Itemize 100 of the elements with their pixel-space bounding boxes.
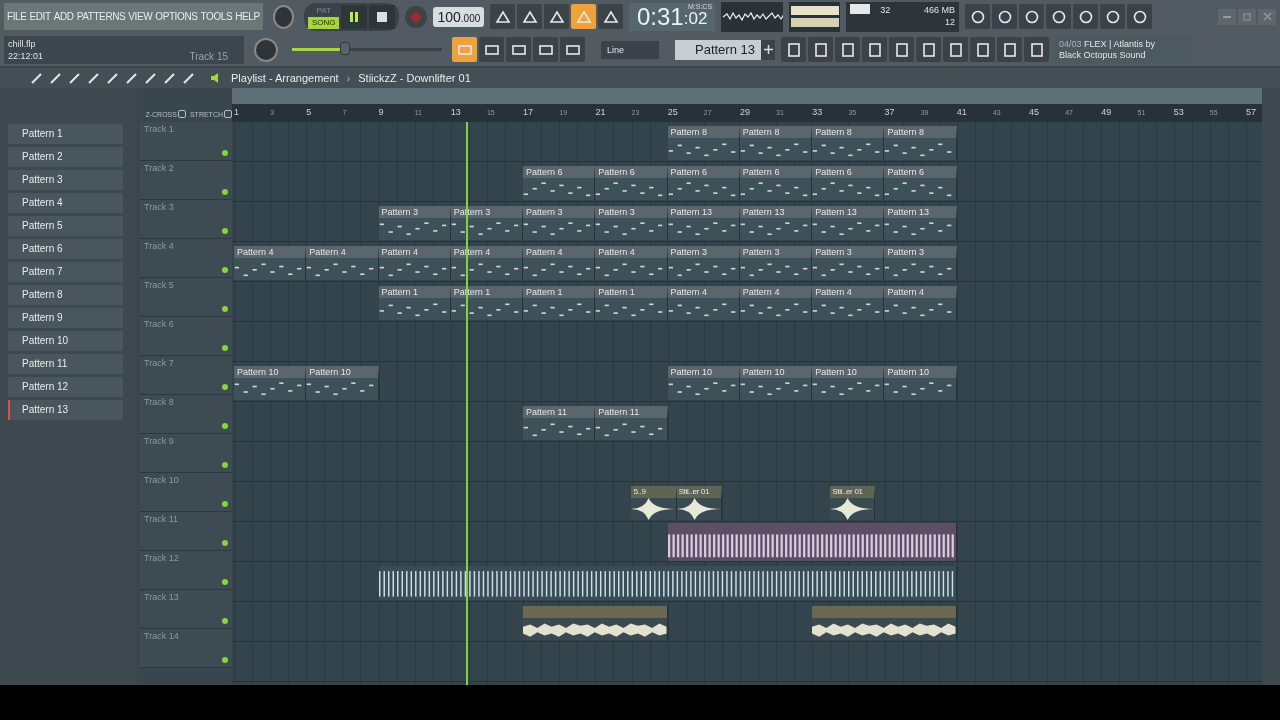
track-mute-led[interactable] bbox=[222, 189, 228, 195]
track-mute-led[interactable] bbox=[222, 462, 228, 468]
pattern-clip[interactable]: Pattern 13 bbox=[812, 206, 885, 240]
track-mute-led[interactable] bbox=[222, 618, 228, 624]
mode-toggle[interactable]: PAT bbox=[307, 4, 340, 17]
menu-item[interactable]: EDIT bbox=[29, 11, 51, 22]
track-header[interactable]: Track 7 bbox=[140, 356, 232, 395]
pattern-clip[interactable]: Pattern 10 bbox=[812, 366, 885, 400]
pattern-clip[interactable]: Pattern 6 bbox=[812, 166, 885, 200]
pattern-clip[interactable]: Pattern 1 bbox=[523, 286, 596, 320]
track-header[interactable]: Track 2 bbox=[140, 161, 232, 200]
track-header[interactable]: Track 3 bbox=[140, 200, 232, 239]
mode-toggle[interactable]: SONG bbox=[307, 16, 340, 29]
pattern-clip[interactable]: Pattern 3 bbox=[595, 206, 668, 240]
pattern-clip[interactable]: Pattern 10 bbox=[234, 366, 307, 400]
track-mute-led[interactable] bbox=[222, 267, 228, 273]
pattern-clip[interactable]: Pattern 4 bbox=[595, 246, 668, 280]
pattern-clip[interactable]: Pattern 3 bbox=[739, 246, 813, 280]
pattern-picker[interactable]: Pattern 13 bbox=[675, 39, 761, 60]
track-mute-led[interactable] bbox=[222, 657, 228, 663]
pattern-item[interactable]: Pattern 12 bbox=[8, 377, 123, 397]
pattern-clip[interactable]: Pattern 8 bbox=[812, 126, 885, 160]
audio-clip[interactable] bbox=[667, 523, 957, 561]
pattern-clip[interactable]: Pattern 4 bbox=[812, 286, 885, 320]
track-header[interactable]: Track 14 bbox=[140, 629, 232, 668]
add-pattern-icon[interactable] bbox=[761, 39, 775, 60]
track-header[interactable]: Track 4 bbox=[140, 239, 232, 278]
track-header[interactable]: Track 5 bbox=[140, 278, 232, 317]
pattern-clip[interactable]: Pattern 4 bbox=[234, 246, 307, 280]
menu-item[interactable]: HELP bbox=[235, 11, 260, 22]
pattern-clip[interactable]: Pattern 1 bbox=[595, 286, 668, 320]
pattern-item[interactable]: Pattern 11 bbox=[8, 354, 123, 374]
pattern-clip[interactable]: Pattern 10 bbox=[306, 366, 379, 400]
pattern-clip[interactable]: Pattern 3 bbox=[812, 246, 885, 280]
audio-clip[interactable] bbox=[523, 606, 668, 640]
audio-clip[interactable] bbox=[378, 566, 957, 600]
track-mute-led[interactable] bbox=[222, 228, 228, 234]
news-panel[interactable]: 04/03 FLEX | Atlantis by Black Octopus Sound bbox=[1055, 35, 1193, 64]
stop-button[interactable] bbox=[369, 4, 396, 29]
pattern-clip[interactable]: Pattern 3 bbox=[378, 206, 451, 240]
track-header[interactable]: Track 6 bbox=[140, 317, 232, 356]
pattern-item[interactable]: Pattern 13 bbox=[8, 400, 123, 420]
pattern-clip[interactable]: Pattern 4 bbox=[378, 246, 451, 280]
track-header[interactable]: Track 8 bbox=[140, 395, 232, 434]
pattern-clip[interactable]: Pattern 6 bbox=[667, 166, 740, 200]
menu-item[interactable]: PATTERNS bbox=[76, 11, 126, 22]
knob-icon[interactable] bbox=[254, 37, 278, 62]
pattern-clip[interactable]: Pattern 6 bbox=[884, 166, 957, 200]
pattern-clip[interactable]: Pattern 6 bbox=[739, 166, 813, 200]
pattern-clip[interactable]: Pattern 8 bbox=[739, 126, 813, 160]
pattern-clip[interactable]: Pattern 6 bbox=[523, 166, 596, 200]
track-mute-led[interactable] bbox=[222, 579, 228, 585]
track-header[interactable]: Track 10 bbox=[140, 473, 232, 512]
pattern-clip[interactable]: Pattern 13 bbox=[667, 206, 740, 240]
pattern-item[interactable]: Pattern 7 bbox=[8, 262, 123, 282]
track-header[interactable]: Track 11 bbox=[140, 512, 232, 551]
menu-item[interactable]: TOOLS bbox=[200, 11, 233, 22]
snap-dropdown[interactable]: Line bbox=[601, 40, 659, 59]
pattern-clip[interactable]: Pattern 13 bbox=[739, 206, 813, 240]
pattern-clip[interactable]: Pattern 1 bbox=[378, 286, 451, 320]
track-mute-led[interactable] bbox=[222, 384, 228, 390]
menu-item[interactable]: ADD bbox=[53, 11, 74, 22]
pattern-clip[interactable]: Pattern 10 bbox=[667, 366, 740, 400]
pattern-clip[interactable]: Pattern 11 bbox=[523, 406, 596, 440]
clip-source-name[interactable]: StiickzZ - Downlifter 01 bbox=[358, 72, 471, 84]
audio-clip[interactable]: 5..9 bbox=[631, 486, 677, 520]
pattern-clip[interactable]: Pattern 4 bbox=[884, 286, 957, 320]
pattern-clip[interactable]: Pattern 4 bbox=[306, 246, 379, 280]
pattern-item[interactable]: Pattern 9 bbox=[8, 308, 123, 328]
track-mute-led[interactable] bbox=[222, 423, 228, 429]
pattern-item[interactable]: Pattern 1 bbox=[8, 124, 123, 144]
track-mute-led[interactable] bbox=[222, 345, 228, 351]
track-mute-led[interactable] bbox=[222, 306, 228, 312]
pattern-clip[interactable]: Pattern 8 bbox=[884, 126, 957, 160]
slider-thumb[interactable] bbox=[339, 42, 350, 55]
play-button[interactable] bbox=[341, 4, 368, 29]
pattern-item[interactable]: Pattern 6 bbox=[8, 239, 123, 259]
pattern-clip[interactable]: Pattern 8 bbox=[667, 126, 740, 160]
pattern-clip[interactable]: Pattern 11 bbox=[595, 406, 668, 440]
knob-icon[interactable] bbox=[272, 4, 294, 29]
pattern-item[interactable]: Pattern 2 bbox=[8, 147, 123, 167]
track-header[interactable]: Track 13 bbox=[140, 590, 232, 629]
pattern-clip[interactable]: Pattern 10 bbox=[884, 366, 957, 400]
menu-item[interactable]: VIEW bbox=[128, 11, 153, 22]
menu-item[interactable]: FILE bbox=[7, 11, 27, 22]
audio-clip[interactable]: Stii..er 01 bbox=[676, 486, 722, 520]
track-mute-led[interactable] bbox=[222, 501, 228, 507]
pattern-item[interactable]: Pattern 8 bbox=[8, 285, 123, 305]
pattern-item[interactable]: Pattern 4 bbox=[8, 193, 123, 213]
pattern-item[interactable]: Pattern 3 bbox=[8, 170, 123, 190]
pattern-clip[interactable]: Pattern 6 bbox=[595, 166, 668, 200]
pattern-clip[interactable]: Pattern 13 bbox=[884, 206, 957, 240]
pattern-clip[interactable]: Pattern 4 bbox=[667, 286, 740, 320]
menu-item[interactable]: OPTIONS bbox=[155, 11, 198, 22]
pattern-clip[interactable]: Pattern 10 bbox=[739, 366, 813, 400]
pattern-clip[interactable]: Pattern 4 bbox=[523, 246, 596, 280]
pattern-item[interactable]: Pattern 5 bbox=[8, 216, 123, 236]
pattern-clip[interactable]: Pattern 4 bbox=[739, 286, 813, 320]
audio-clip[interactable]: Stii..er 01 bbox=[830, 486, 876, 520]
pattern-item[interactable]: Pattern 10 bbox=[8, 331, 123, 351]
